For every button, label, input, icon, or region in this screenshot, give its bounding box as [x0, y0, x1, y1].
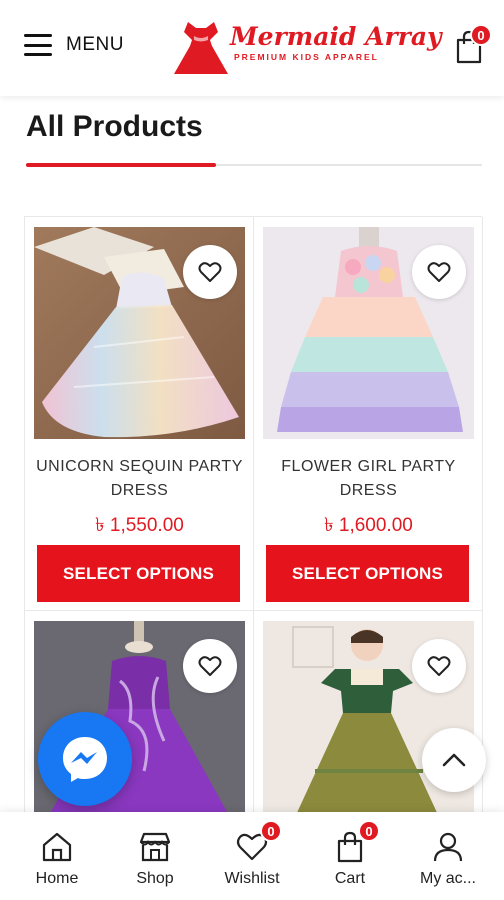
chevron-up-icon: [442, 753, 466, 767]
cart-badge: 0: [358, 820, 380, 842]
page-title: All Products: [26, 110, 203, 143]
product-card: UNICORN SEQUIN PARTY DRESS ৳ 1,550.00 SE…: [25, 217, 254, 611]
user-icon: [433, 832, 463, 862]
select-options-button[interactable]: SELECT OPTIONS: [37, 545, 240, 602]
nav-home[interactable]: Home: [7, 812, 107, 900]
heart-icon: [427, 262, 451, 282]
header-cart-badge: 0: [470, 24, 492, 46]
nav-account[interactable]: My ac...: [398, 812, 498, 900]
logo-title: Mermaid Array: [230, 22, 442, 51]
select-options-button[interactable]: SELECT OPTIONS: [266, 545, 469, 602]
wishlist-button[interactable]: [412, 639, 466, 693]
site-logo[interactable]: Mermaid Array PREMIUM KIDS APPAREL: [164, 14, 442, 84]
nav-cart[interactable]: 0 Cart: [300, 812, 400, 900]
menu-button[interactable]: MENU: [24, 34, 124, 56]
scroll-top-button[interactable]: [422, 728, 486, 792]
wishlist-button[interactable]: [183, 245, 237, 299]
nav-wishlist[interactable]: 0 Wishlist: [202, 812, 302, 900]
messenger-chat-button[interactable]: [38, 712, 132, 806]
hamburger-icon: [24, 34, 52, 56]
product-name[interactable]: UNICORN SEQUIN PARTY DRESS: [35, 455, 244, 503]
messenger-icon: [63, 737, 107, 782]
dress-logo-icon: [174, 22, 228, 74]
nav-wishlist-label: Wishlist: [224, 870, 280, 887]
heart-icon: [427, 656, 451, 676]
menu-label: MENU: [66, 34, 124, 55]
nav-home-label: Home: [35, 870, 79, 887]
nav-shop[interactable]: Shop: [105, 812, 205, 900]
logo-subtitle: PREMIUM KIDS APPAREL: [234, 52, 379, 62]
home-icon: [42, 832, 72, 862]
header-cart-button[interactable]: 0: [454, 24, 492, 66]
shop-icon: [139, 832, 171, 862]
title-accent-bar: [26, 163, 216, 167]
nav-cart-label: Cart: [334, 870, 366, 887]
product-price: ৳ 1,600.00: [324, 515, 413, 536]
product-card: FLOWER GIRL PARTY DRESS ৳ 1,600.00 SELEC…: [254, 217, 483, 611]
site-header: MENU Mermaid Array PREMIUM KIDS APPAREL …: [0, 0, 504, 96]
product-price: ৳ 1,550.00: [95, 515, 184, 536]
heart-icon: [198, 262, 222, 282]
nav-shop-label: Shop: [136, 870, 174, 887]
wishlist-button[interactable]: [412, 245, 466, 299]
wishlist-button[interactable]: [183, 639, 237, 693]
nav-account-label: My ac...: [419, 870, 476, 887]
bottom-nav: Home Shop 0 Wishlist 0 Cart My ac...: [0, 812, 504, 900]
wishlist-badge: 0: [260, 820, 282, 842]
product-name[interactable]: FLOWER GIRL PARTY DRESS: [264, 455, 473, 503]
page: MENU Mermaid Array PREMIUM KIDS APPAREL …: [0, 0, 504, 900]
heart-icon: [198, 656, 222, 676]
